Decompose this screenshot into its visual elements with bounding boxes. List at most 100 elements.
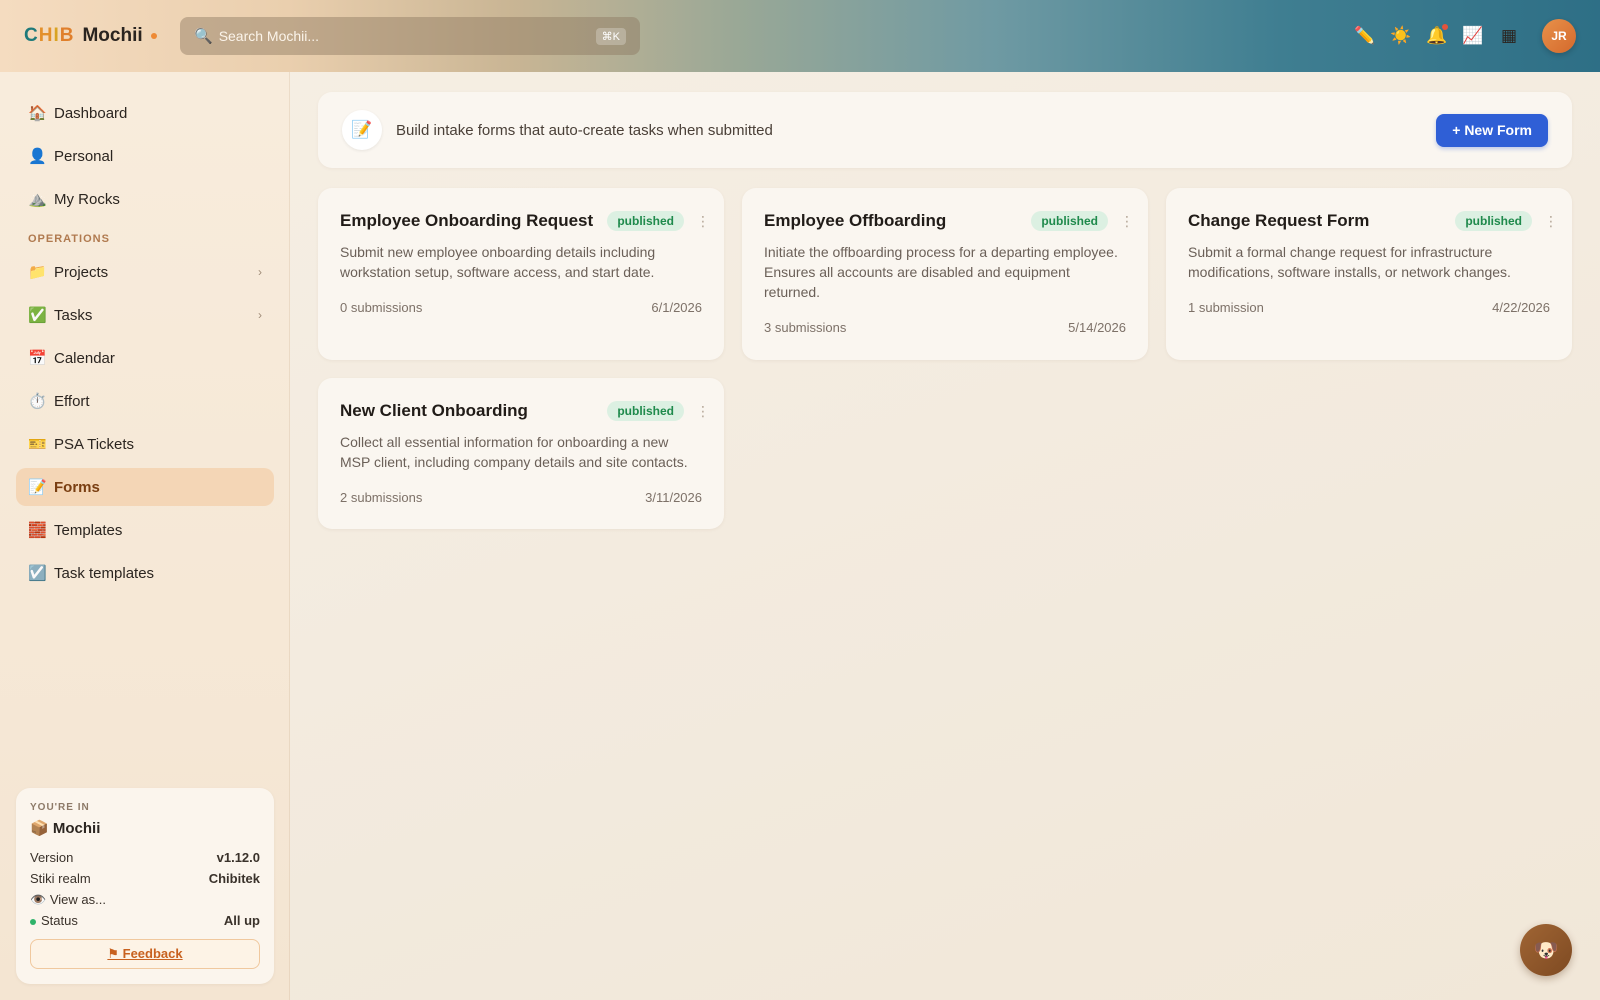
- grid-icon[interactable]: ▦: [1498, 26, 1520, 46]
- sidebar-item-label: Tasks: [54, 306, 93, 324]
- dog-icon: 🐶: [1533, 939, 1559, 962]
- top-bar: CHIB Mochii 🔍 Search Mochii... ⌘K ✏️ ☀️ …: [0, 0, 1600, 72]
- sidebar-item-label: Projects: [54, 263, 109, 281]
- brand-dot: [150, 33, 157, 39]
- submission-count: 0 submissions: [340, 300, 423, 315]
- status-dot: [30, 918, 36, 925]
- checkbox-icon: ☑️: [28, 565, 47, 582]
- pencil-icon[interactable]: ✏️: [1354, 26, 1376, 46]
- sidebar-item-label: Forms: [54, 478, 100, 496]
- more-options-icon[interactable]: ⋮: [1120, 213, 1134, 230]
- bricks-icon: 🧱: [28, 522, 47, 539]
- form-card[interactable]: New Client Onboarding published ⋮ Collec…: [318, 378, 724, 529]
- realm-row: Stiki realm Chibitek: [30, 871, 260, 886]
- submission-count: 2 submissions: [340, 490, 423, 505]
- form-description: Submit a formal change request for infra…: [1188, 244, 1511, 280]
- sidebar-item-forms[interactable]: 📝 Forms: [16, 468, 274, 506]
- form-date: 3/11/2026: [645, 490, 702, 505]
- sidebar-item-label: Task templates: [54, 564, 155, 582]
- sidebar-item-label: Effort: [54, 392, 90, 410]
- memo-icon: 📝: [28, 479, 47, 496]
- workspace-name: 📦 Mochii: [30, 820, 101, 837]
- user-icon: 👤: [28, 148, 47, 165]
- feedback-button[interactable]: ⚑ Feedback: [30, 939, 260, 969]
- sidebar-item-label: Calendar: [54, 349, 115, 367]
- form-title[interactable]: New Client Onboarding: [340, 401, 597, 421]
- sidebar: 🏠 Dashboard 👤 Personal ⛰️ My Rocks OPERA…: [0, 72, 290, 1000]
- sun-icon[interactable]: ☀️: [1390, 26, 1412, 46]
- form-description: Collect all essential information for on…: [340, 434, 688, 470]
- status-value: All up: [223, 913, 260, 928]
- sidebar-nav: 🏠 Dashboard 👤 Personal ⛰️ My Rocks OPERA…: [16, 94, 274, 597]
- calendar-icon: 📅: [28, 350, 47, 367]
- top-icons: ✏️ ☀️ 🔔 📈 ▦ JR: [1354, 18, 1576, 54]
- eye-icon: 👁️: [30, 891, 47, 907]
- view-as-link[interactable]: 👁️ View as...: [30, 889, 260, 910]
- form-title[interactable]: Change Request Form: [1188, 211, 1445, 231]
- context-label: YOU'RE IN: [30, 802, 90, 813]
- status-badge: published: [607, 401, 684, 421]
- submission-count: 1 submission: [1188, 300, 1264, 315]
- sidebar-item-label: Personal: [54, 147, 114, 165]
- brand-name: Mochii: [82, 25, 143, 46]
- form-title[interactable]: Employee Onboarding Request: [340, 211, 597, 231]
- workspace-context-card: YOU'RE IN 📦 Mochii Version v1.12.0 Stiki…: [16, 788, 274, 984]
- package-icon: 📦: [30, 820, 49, 837]
- brand-prefix: CHIB: [24, 25, 75, 46]
- status-row: Status All up: [30, 910, 260, 931]
- sidebar-item-dashboard[interactable]: 🏠 Dashboard: [16, 94, 274, 132]
- chart-icon[interactable]: 📈: [1462, 26, 1484, 46]
- new-form-button[interactable]: + New Form: [1436, 113, 1548, 147]
- sidebar-item-templates[interactable]: 🧱 Templates: [16, 511, 274, 549]
- sidebar-item-tasks[interactable]: ✅ Tasks ›: [16, 296, 274, 334]
- form-date: 4/22/2026: [1492, 300, 1550, 315]
- form-description: Submit new employee onboarding details i…: [340, 244, 656, 280]
- bell-icon[interactable]: 🔔: [1426, 24, 1448, 46]
- more-options-icon[interactable]: ⋮: [1544, 213, 1558, 230]
- sidebar-item-effort[interactable]: ⏱️ Effort: [16, 382, 274, 420]
- search-bar[interactable]: 🔍 Search Mochii... ⌘K: [180, 17, 640, 55]
- form-card[interactable]: Employee Offboarding published ⋮ Initiat…: [742, 188, 1148, 360]
- avatar[interactable]: JR: [1542, 19, 1576, 53]
- check-icon: ✅: [28, 307, 47, 324]
- form-date: 6/1/2026: [651, 300, 702, 315]
- chevron-right-icon[interactable]: ›: [258, 265, 262, 279]
- form-title[interactable]: Employee Offboarding: [764, 211, 1021, 231]
- assistant-chat-button[interactable]: 🐶: [1520, 924, 1572, 976]
- status-badge: published: [607, 211, 684, 231]
- search-shortcut: ⌘K: [595, 27, 626, 45]
- ticket-icon: 🎫: [28, 436, 47, 453]
- sidebar-item-projects[interactable]: 📁 Projects ›: [16, 253, 274, 291]
- sidebar-item-label: Dashboard: [54, 104, 128, 122]
- status-badge: published: [1031, 211, 1108, 231]
- sidebar-item-calendar[interactable]: 📅 Calendar: [16, 339, 274, 377]
- search-input[interactable]: Search Mochii...: [219, 28, 596, 44]
- form-card[interactable]: Employee Onboarding Request published ⋮ …: [318, 188, 724, 360]
- version-row: Version v1.12.0: [30, 850, 260, 865]
- sidebar-section-label: OPERATIONS: [28, 233, 110, 245]
- home-icon: 🏠: [28, 105, 47, 122]
- sidebar-item-personal[interactable]: 👤 Personal: [16, 137, 274, 175]
- stopwatch-icon: ⏱️: [28, 393, 47, 410]
- search-icon: 🔍: [194, 28, 213, 45]
- sidebar-item-my-rocks[interactable]: ⛰️ My Rocks: [16, 180, 274, 218]
- chevron-right-icon[interactable]: ›: [258, 308, 262, 322]
- brand-logo[interactable]: CHIB Mochii: [24, 24, 157, 48]
- folder-icon: 📁: [28, 264, 47, 281]
- form-card[interactable]: Change Request Form published ⋮ Submit a…: [1166, 188, 1572, 360]
- sidebar-item-label: PSA Tickets: [54, 435, 135, 453]
- mountain-icon: ⛰️: [28, 191, 47, 208]
- sidebar-item-label: Templates: [54, 521, 123, 539]
- sidebar-item-psa-tickets[interactable]: 🎫 PSA Tickets: [16, 425, 274, 463]
- forms-banner: 📝 Build intake forms that auto-create ta…: [318, 92, 1572, 168]
- more-options-icon[interactable]: ⋮: [696, 403, 710, 420]
- sidebar-item-label: My Rocks: [54, 190, 120, 208]
- notification-dot: [1442, 24, 1448, 30]
- submission-count: 3 submissions: [764, 320, 847, 335]
- more-options-icon[interactable]: ⋮: [696, 213, 710, 230]
- form-description: Initiate the offboarding process for a d…: [764, 244, 1118, 300]
- form-date: 5/14/2026: [1068, 320, 1126, 335]
- memo-icon: 📝: [342, 110, 382, 150]
- banner-text: Build intake forms that auto-create task…: [396, 121, 773, 139]
- sidebar-item-task-templates[interactable]: ☑️ Task templates: [16, 554, 274, 592]
